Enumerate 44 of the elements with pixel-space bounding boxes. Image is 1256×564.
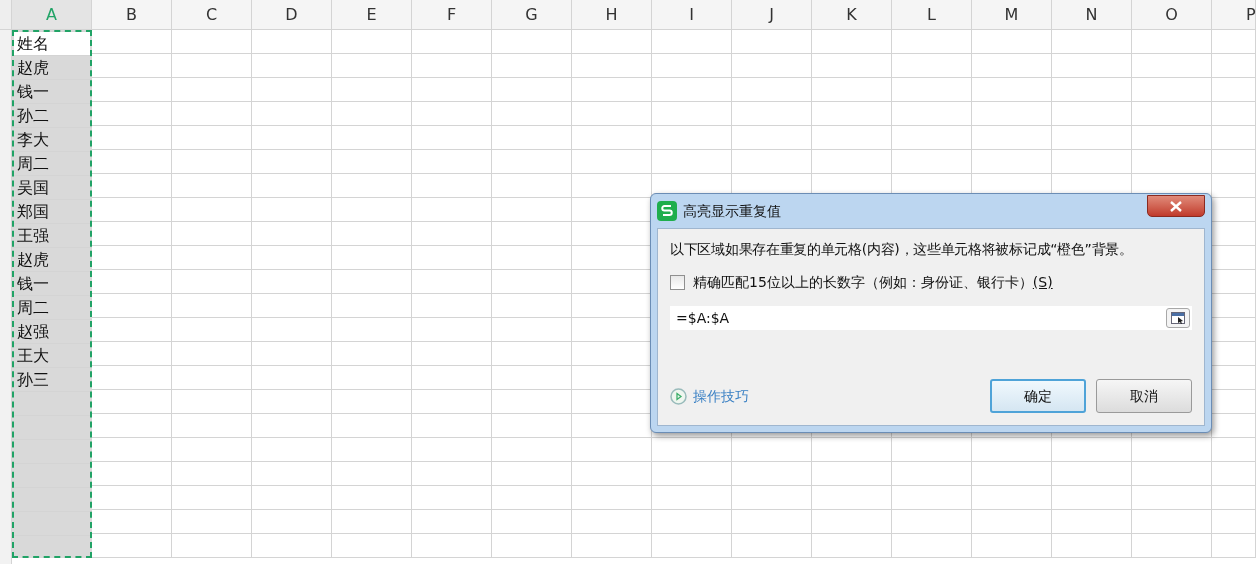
checkbox[interactable] — [670, 275, 685, 290]
column-header[interactable]: F — [412, 0, 492, 30]
close-button[interactable] — [1147, 195, 1205, 217]
table-cell[interactable]: 吴国 — [14, 176, 90, 199]
ok-button[interactable]: 确定 — [990, 379, 1086, 413]
table-cell[interactable]: 孙二 — [14, 104, 90, 127]
table-cell[interactable]: 赵虎 — [14, 56, 90, 79]
table-cell[interactable]: 王大 — [14, 344, 90, 367]
tips-link[interactable]: 操作技巧 — [670, 385, 749, 407]
checkbox-label: 精确匹配15位以上的长数字（例如：身份证、银行卡）(S) — [693, 273, 1053, 292]
column-header[interactable]: G — [492, 0, 572, 30]
table-cell[interactable]: 钱一 — [14, 272, 90, 295]
table-cell[interactable]: 赵虎 — [14, 248, 90, 271]
close-icon — [1170, 200, 1182, 212]
column-header[interactable]: K — [812, 0, 892, 30]
table-cell[interactable]: 姓名 — [14, 32, 90, 55]
range-input[interactable]: =$A:$A — [670, 306, 1192, 330]
table-cell[interactable]: 郑国 — [14, 200, 90, 223]
table-cell[interactable]: 王强 — [14, 224, 90, 247]
column-header[interactable]: O — [1132, 0, 1212, 30]
column-header[interactable]: J — [732, 0, 812, 30]
table-cell[interactable]: 钱一 — [14, 80, 90, 103]
column-header[interactable]: L — [892, 0, 972, 30]
play-circle-icon — [670, 387, 687, 405]
dialog-title: 高亮显示重复值 — [683, 201, 781, 221]
column-header[interactable]: C — [172, 0, 252, 30]
app-logo-icon — [657, 201, 677, 221]
table-cell[interactable]: 孙三 — [14, 368, 90, 391]
cancel-button[interactable]: 取消 — [1096, 379, 1192, 413]
column-header[interactable]: N — [1052, 0, 1132, 30]
table-cell[interactable]: 周二 — [14, 152, 90, 175]
dialog-message: 以下区域如果存在重复的单元格(内容)，这些单元格将被标记成“橙色”背景。 — [670, 240, 1134, 259]
column-header[interactable]: D — [252, 0, 332, 30]
column-header[interactable]: I — [652, 0, 732, 30]
column-header[interactable]: M — [972, 0, 1052, 30]
range-picker-icon — [1171, 312, 1185, 324]
column-header[interactable]: B — [92, 0, 172, 30]
column-header[interactable]: P — [1212, 0, 1256, 30]
column-header[interactable]: H — [572, 0, 652, 30]
table-cell[interactable]: 周二 — [14, 296, 90, 319]
table-cell[interactable]: 李大 — [14, 128, 90, 151]
table-cell[interactable]: 赵强 — [14, 320, 90, 343]
range-picker-button[interactable] — [1166, 308, 1190, 328]
column-header[interactable]: E — [332, 0, 412, 30]
